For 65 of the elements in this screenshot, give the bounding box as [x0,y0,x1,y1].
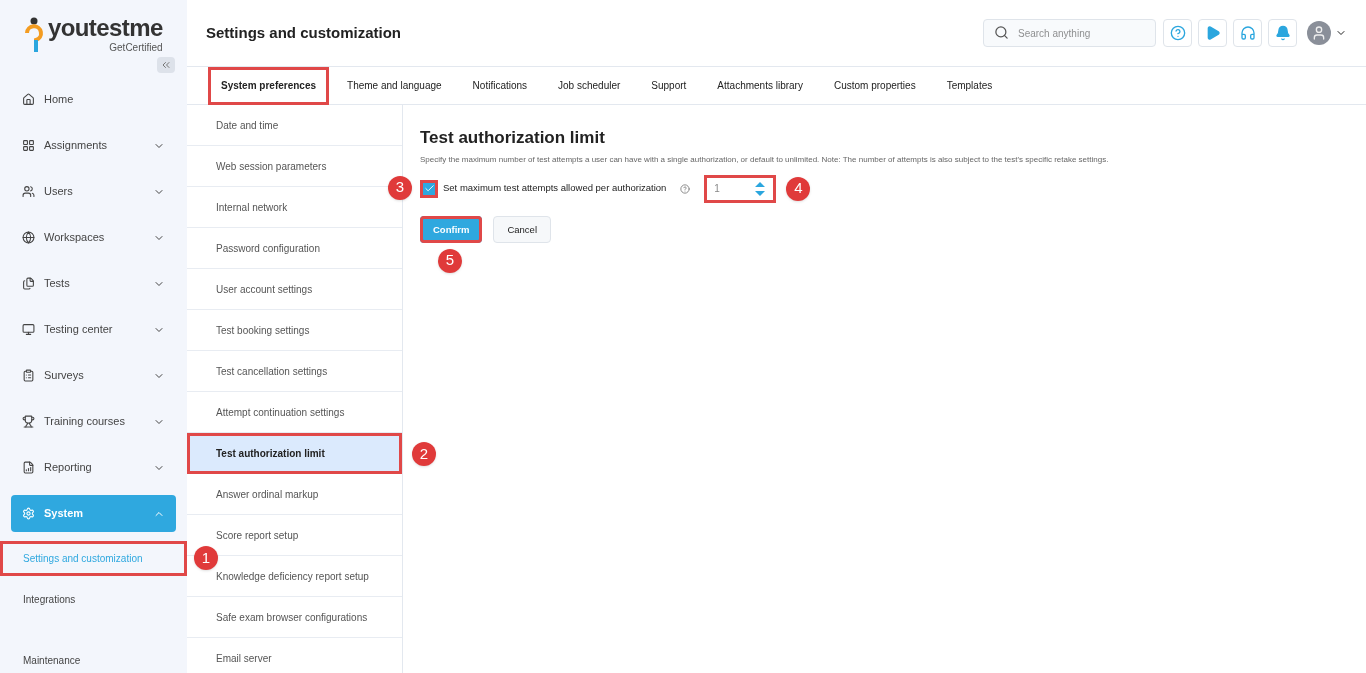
tab[interactable]: Attachments library [704,66,816,105]
number-field[interactable]: 1 [704,174,777,203]
tab[interactable]: Support [638,66,700,105]
nav-subitem[interactable]: Integrations [0,582,187,617]
settings-item[interactable]: User account settings [187,269,402,310]
settings-item[interactable]: Safe exam browser configurations [187,597,402,638]
tab[interactable]: Job scheduler [545,66,634,105]
nav-item[interactable]: Users [11,173,176,210]
settings-item[interactable]: Answer ordinal markup [187,474,402,515]
gear-icon [22,507,35,520]
page-title: Settings and customization [206,22,402,43]
tab[interactable]: System preferences [208,66,330,105]
chart-icon [22,461,35,474]
callout-number: 1 [194,546,218,570]
tab[interactable]: Custom properties [820,66,929,105]
settings-item[interactable]: Date and time [187,105,402,146]
collapse-sidebar-button[interactable] [157,57,175,73]
settings-item[interactable]: Email server [187,638,402,673]
nav-item[interactable]: Training courses [11,403,176,440]
callout-number: 2 [412,442,436,466]
double-chevron-icon [160,59,172,71]
panel-description: Specify the maximum number of test attempts a user can have with a single authorization, or default to unlimited. Note: The number of attempts is also subject to the test's specific retake settings. [420,153,1109,166]
settings-item[interactable]: Test authorization limit [187,433,402,474]
headset-icon[interactable] [1233,19,1262,47]
nav-item[interactable]: Surveys [11,357,176,394]
tab[interactable]: Theme and language [334,66,455,105]
callout-number: 5 [438,248,462,273]
cancel-button[interactable]: Cancel [493,216,551,244]
clipboard-icon [22,369,35,382]
callout-number: 4 [786,176,811,201]
trophy-icon [22,415,35,428]
files-icon [22,277,35,290]
monitor-icon [22,323,35,336]
callout-number: 3 [388,175,412,200]
logo-text: youtestme [48,16,163,40]
search-field[interactable]: Search anything [983,19,1156,47]
nav-item[interactable]: Reporting [11,449,176,486]
home-icon [22,93,35,106]
checkbox-label: Set maximum test attempts allowed per authorization [443,181,667,196]
check-icon [423,183,435,194]
avatar-icon[interactable] [1307,21,1331,45]
search-icon [994,25,1009,40]
logo-tagline: GetCertified [109,41,163,55]
logo-icon [24,16,44,55]
help-icon [680,183,691,194]
checkbox[interactable] [420,179,438,198]
help-icon[interactable] [1163,19,1192,47]
nav-item[interactable]: Home [11,81,176,118]
play-icon[interactable] [1198,19,1227,47]
tab[interactable]: Templates [933,66,1006,105]
settings-item[interactable]: Test cancellation settings [187,351,402,392]
settings-item[interactable]: Test booking settings [187,310,402,351]
tab[interactable]: Notifications [459,66,541,105]
nav-item[interactable]: Tests [11,265,176,302]
spinner-icon [754,179,767,198]
bell-icon[interactable] [1268,19,1297,47]
nav-item[interactable]: Testing center [11,311,176,348]
panel-title: Test authorization limit [420,127,605,149]
nav-subitem[interactable]: Maintenance [0,643,187,673]
nav-item[interactable]: Assignments [11,127,176,164]
users-icon [22,185,35,198]
nav-item[interactable]: Workspaces [11,219,176,256]
globe-icon [22,231,35,244]
settings-item[interactable]: Password configuration [187,228,402,269]
grid-icon [22,139,35,152]
